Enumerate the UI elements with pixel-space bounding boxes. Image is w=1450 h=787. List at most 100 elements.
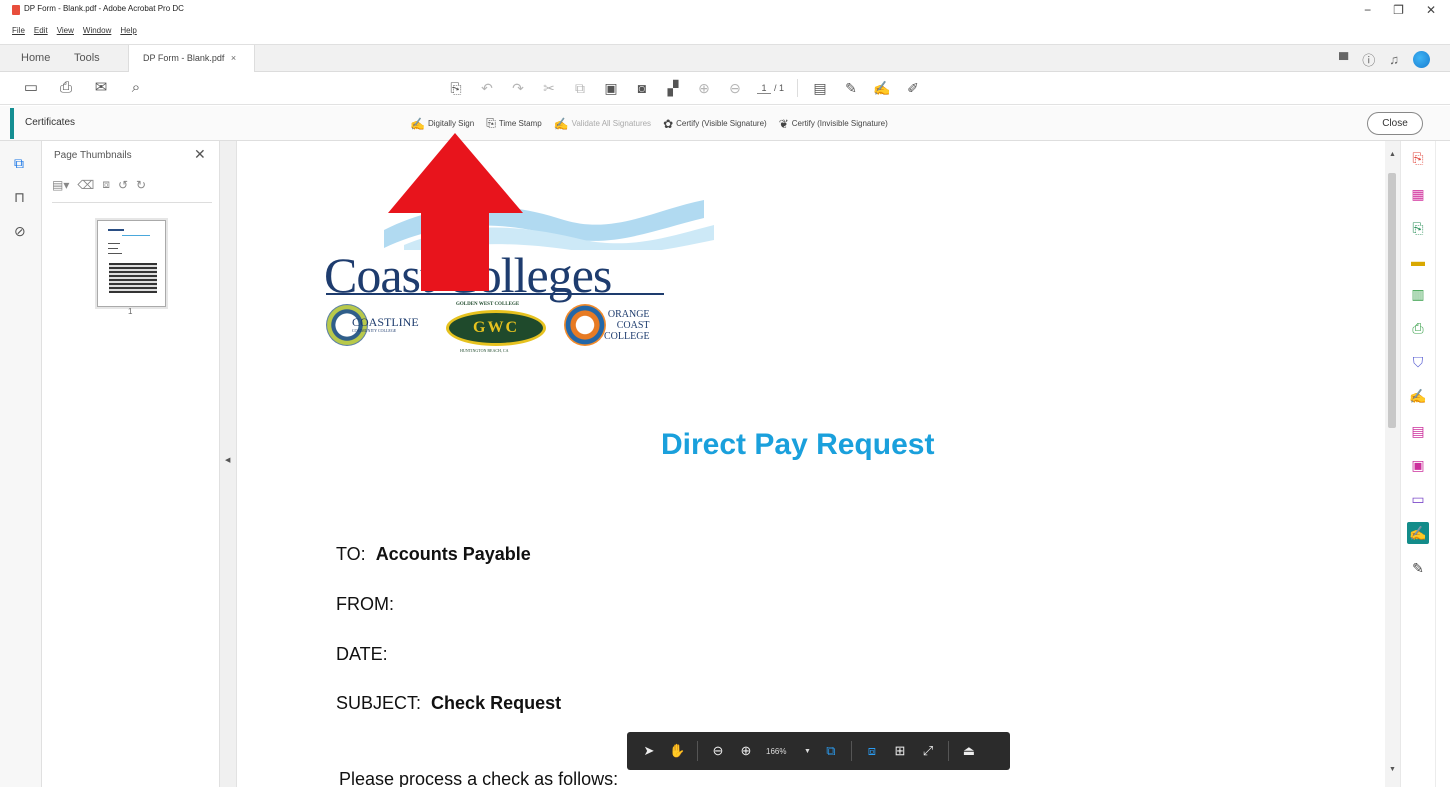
copy-icon[interactable]: ⧉ [571, 79, 589, 97]
rotate-right-icon[interactable]: ↻ [136, 178, 146, 192]
menu-edit[interactable]: Edit [34, 26, 48, 40]
send-sign-icon[interactable]: ✐ [904, 79, 922, 97]
certify-visible-button[interactable]: ✿ Certify (Visible Signature) [663, 117, 767, 131]
redo-icon[interactable]: ↷ [509, 79, 527, 97]
fill-sign-icon[interactable]: ✍ [873, 79, 891, 97]
thumbnail-options-icon[interactable]: ▤▾ [52, 178, 69, 192]
create-pdf-icon[interactable]: ⎘ [447, 79, 465, 97]
tab-document-label: DP Form - Blank.pdf [143, 53, 225, 63]
search-icon[interactable]: ⌕ [127, 79, 145, 97]
organize-pages-icon[interactable]: ▥ [1407, 283, 1429, 305]
right-edge-strip [1435, 141, 1450, 787]
time-stamp-label: Time Stamp [498, 119, 542, 128]
zoom-level[interactable]: 166% [766, 747, 792, 756]
delete-page-icon[interactable]: ⌫ [77, 178, 94, 192]
attachment-paperclip-icon[interactable]: ⊘ [14, 223, 26, 240]
more-tools-icon[interactable]: ✎ [1407, 557, 1429, 579]
panel-collapse-gutter[interactable]: ◀ [220, 141, 237, 787]
save-icon[interactable]: ▭ [22, 79, 40, 97]
pen-sign-icon: ✍ [410, 116, 425, 131]
subject-line: SUBJECT: Check Request [336, 693, 561, 714]
validate-all-signatures-button[interactable]: ✍ Validate All Signatures [554, 117, 651, 131]
page-thumbnail[interactable] [97, 220, 166, 307]
export-pdf-icon[interactable]: ⎘ [1407, 217, 1429, 239]
email-icon[interactable]: ✉ [92, 79, 110, 97]
tab-home[interactable]: Home [21, 45, 50, 72]
menu-window[interactable]: Window [83, 26, 111, 40]
tab-tools[interactable]: Tools [74, 45, 100, 72]
comment-icon[interactable]: ▤ [811, 79, 829, 97]
combine-files-icon[interactable]: ▦ [1407, 183, 1429, 205]
main-toolbar: ▭ ⎙ ✉ ⌕ ⎘ ↶ ↷ ✂ ⧉ ▣ ◙ ▞ ⊕ ⊖ 1 / 1 ▤ ✎ ✍ … [0, 72, 1450, 105]
comment-bubble-icon[interactable]: ▀ [1339, 52, 1348, 67]
zoom-in-icon[interactable]: ⊕ [738, 743, 754, 759]
fit-page-icon[interactable]: ⧈ [864, 743, 880, 759]
page-total: / 1 [774, 83, 785, 93]
tab-document[interactable]: DP Form - Blank.pdf × [128, 45, 255, 73]
snapshot-icon[interactable]: ◙ [633, 79, 651, 97]
close-certificates-button[interactable]: Close [1367, 112, 1423, 135]
user-avatar[interactable] [1413, 51, 1430, 68]
digitally-sign-button[interactable]: ✍ Digitally Sign [410, 117, 474, 131]
highlight-pen-icon[interactable]: ✎ [842, 79, 860, 97]
rotate-left-icon[interactable]: ↺ [118, 178, 128, 192]
account-tools: ▀ ⓘ ♫ [1339, 50, 1430, 69]
thumbnail-text-line [108, 253, 122, 254]
coastline-label: COASTLINE [352, 314, 419, 329]
time-stamp-icon: ⎘ [486, 116, 496, 130]
vertical-scrollbar[interactable]: ▲ ▼ [1385, 141, 1400, 787]
full-screen-icon[interactable]: ⤢ [920, 743, 936, 759]
extract-page-icon[interactable]: ⧈ [102, 177, 110, 192]
hand-tool-icon[interactable]: ✋ [669, 743, 685, 759]
thumbnail-heading-line [122, 235, 150, 236]
notification-bell-icon[interactable]: ♫ [1389, 52, 1399, 67]
protect-shield-icon[interactable]: ⛉ [1407, 351, 1429, 373]
zoom-dropdown-icon[interactable]: ▼ [804, 748, 811, 755]
scroll-down-icon[interactable]: ▼ [1389, 766, 1396, 773]
print-icon[interactable]: ⎙ [57, 79, 75, 97]
find-binoculars-icon[interactable]: ▞ [664, 79, 682, 97]
help-icon[interactable]: ⓘ [1362, 50, 1375, 69]
collapse-arrow-icon[interactable]: ◀ [225, 456, 230, 464]
maximize-button[interactable]: ❐ [1393, 3, 1404, 17]
tab-close-icon[interactable]: × [231, 53, 236, 63]
scan-print-icon[interactable]: ⎙ [1407, 317, 1429, 339]
certify-invisible-button[interactable]: ❦ Certify (Invisible Signature) [779, 117, 888, 131]
thumbnail-page-number: 1 [128, 307, 133, 316]
undo-icon[interactable]: ↶ [478, 79, 496, 97]
read-mode-icon[interactable]: ⏏ [961, 743, 977, 759]
time-stamp-button[interactable]: ⎘ Time Stamp [486, 116, 541, 131]
scroll-up-icon[interactable]: ▲ [1389, 151, 1396, 158]
title-bar: DP Form - Blank.pdf - Adobe Acrobat Pro … [0, 0, 1450, 22]
comment-tool-icon[interactable]: ▬ [1407, 250, 1429, 272]
page-number-input[interactable]: 1 [757, 83, 771, 94]
edit-pdf-icon[interactable]: ▤ [1407, 420, 1429, 442]
bookmark-icon[interactable]: ⊓ [14, 189, 25, 206]
paste-icon[interactable]: ▣ [602, 79, 620, 97]
rich-media-icon[interactable]: ▣ [1407, 454, 1429, 476]
menu-bar: File Edit View Window Help [0, 26, 137, 40]
certificates-tool-icon[interactable]: ✍ [1407, 522, 1429, 544]
next-page-icon[interactable]: ⊖ [726, 79, 744, 97]
page-display-icon[interactable]: ⧉ [823, 743, 839, 759]
fill-sign-tool-icon[interactable]: ✍ [1407, 385, 1429, 407]
cut-icon[interactable]: ✂ [540, 79, 558, 97]
scroll-thumb[interactable] [1388, 173, 1396, 428]
menu-help[interactable]: Help [120, 26, 136, 40]
fit-width-icon[interactable]: ⊞ [892, 743, 908, 759]
page-thumbnails-icon[interactable]: ⧉ [14, 155, 24, 172]
page-thumbnails-panel: Page Thumbnails ✕ ▤▾ ⌫ ⧈ ↺ ↻ 1 [42, 141, 220, 787]
floating-divider [697, 741, 698, 761]
subject-label: SUBJECT: [336, 693, 422, 713]
certificates-toolbar: Certificates ✍ Digitally Sign ⎘ Time Sta… [0, 106, 1450, 141]
measure-icon[interactable]: ▭ [1407, 488, 1429, 510]
select-cursor-icon[interactable]: ➤ [641, 743, 657, 759]
menu-view[interactable]: View [57, 26, 74, 40]
minimize-button[interactable]: − [1364, 3, 1371, 17]
close-window-button[interactable]: ✕ [1426, 3, 1436, 17]
previous-page-icon[interactable]: ⊕ [695, 79, 713, 97]
create-pdf-tool-icon[interactable]: ⎘ [1407, 147, 1429, 169]
zoom-out-icon[interactable]: ⊖ [710, 743, 726, 759]
menu-file[interactable]: File [12, 26, 25, 40]
thumbnails-close-icon[interactable]: ✕ [194, 146, 206, 163]
